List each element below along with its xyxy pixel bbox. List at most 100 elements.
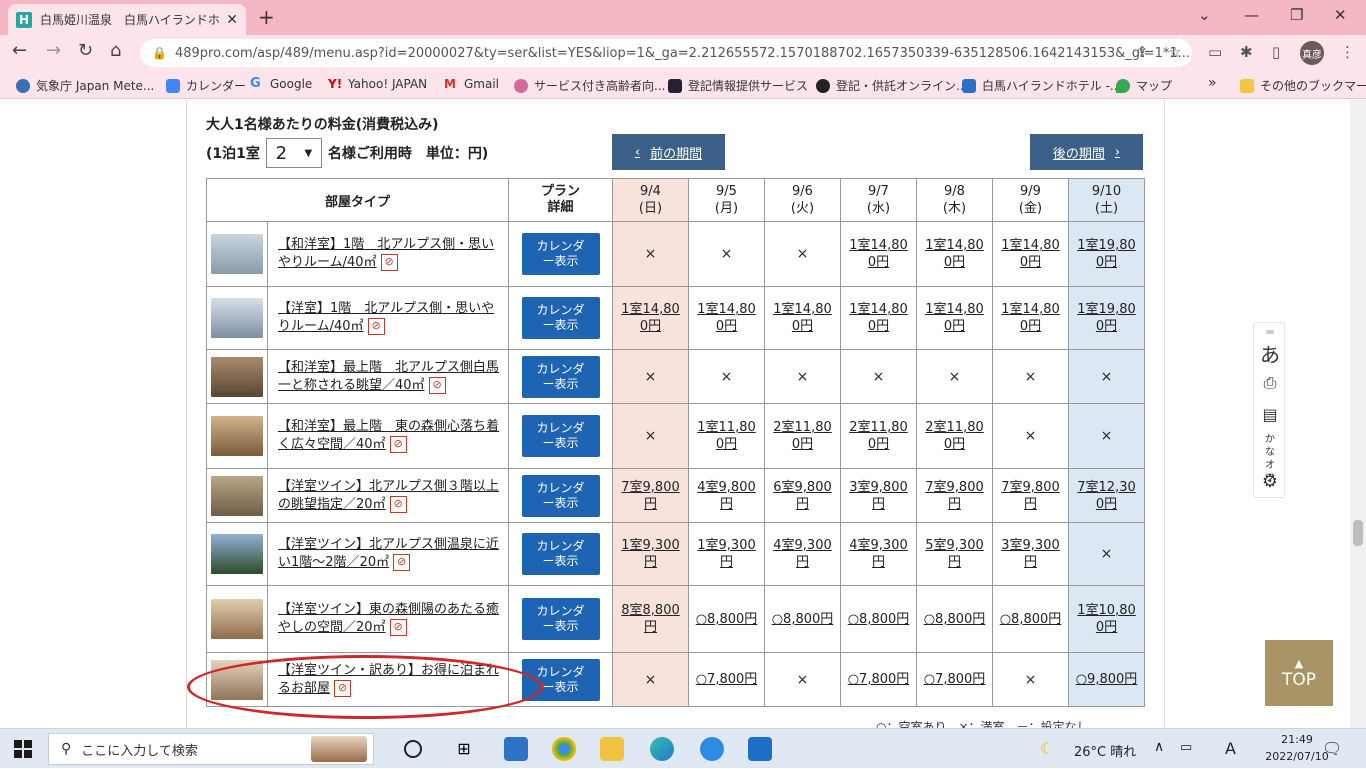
file-explorer-icon[interactable] xyxy=(600,737,624,761)
next-period-button[interactable]: 後の期間 › xyxy=(1030,134,1143,170)
price-link[interactable]: 7室12,300円 xyxy=(1076,479,1138,513)
address-bar[interactable]: 🔒 489pro.com/asp/489/menu.asp?id=2000002… xyxy=(140,39,1192,67)
read-aloud-icon[interactable]: ⎙ xyxy=(1254,373,1286,393)
network-icon[interactable]: ▭ xyxy=(1180,740,1192,755)
close-tab-icon[interactable]: ✕ xyxy=(226,12,238,28)
price-link[interactable]: ○8,800円 xyxy=(696,611,758,628)
tab-search-icon[interactable]: ⌄ xyxy=(1198,6,1211,24)
price-link[interactable]: 5室9,300円 xyxy=(924,537,986,571)
room-name-link[interactable]: 【洋室】1階 北アルプス側・思いやりルーム/40㎡ xyxy=(278,301,494,334)
share-icon[interactable]: ⇪ xyxy=(1136,43,1149,61)
price-link[interactable]: 7室9,800円 xyxy=(924,479,986,513)
price-link[interactable]: 4室9,300円 xyxy=(772,537,834,571)
room-photo[interactable] xyxy=(211,416,263,456)
home-icon[interactable]: ⌂ xyxy=(110,40,121,61)
bookmark-item[interactable]: M Gmail xyxy=(444,77,499,91)
price-link[interactable]: 1室9,300円 xyxy=(696,537,758,571)
task-view-icon[interactable]: ⊞ xyxy=(452,737,476,761)
price-link[interactable]: 2室11,800円 xyxy=(924,419,986,453)
price-link[interactable]: ○7,800円 xyxy=(924,671,986,688)
price-link[interactable]: 1室14,800円 xyxy=(848,301,910,335)
room-name-link[interactable]: 【洋室ツイン】北アルプス側温泉に近い1階～2階／20㎡ xyxy=(278,537,499,570)
price-link[interactable]: 7室9,800円 xyxy=(620,479,682,513)
bookmarks-overflow-icon[interactable]: » xyxy=(1208,75,1217,91)
price-link[interactable]: 7室9,800円 xyxy=(1000,479,1062,513)
room-photo[interactable] xyxy=(211,534,263,574)
close-window-icon[interactable]: ✕ xyxy=(1334,6,1347,24)
calendar-button[interactable]: カレンダー表示 xyxy=(521,233,600,275)
room-photo[interactable] xyxy=(211,356,263,397)
new-tab-icon[interactable]: + xyxy=(258,5,275,29)
guest-count-select[interactable]: 2 ▼ xyxy=(265,138,322,168)
price-link[interactable]: ○7,800円 xyxy=(696,671,758,688)
price-link[interactable]: 1室14,800円 xyxy=(620,301,682,335)
calendar-button[interactable]: カレンダー表示 xyxy=(521,415,600,457)
price-link[interactable]: 8室8,800円 xyxy=(620,602,682,636)
calendar-button[interactable]: カレンダー表示 xyxy=(521,297,600,339)
forward-icon[interactable]: → xyxy=(46,40,61,61)
price-link[interactable]: 1室14,800円 xyxy=(696,301,758,335)
room-photo[interactable] xyxy=(211,298,263,338)
bookmark-item[interactable]: 白馬ハイランドホテル -... xyxy=(962,77,1121,94)
price-link[interactable]: 1室14,800円 xyxy=(924,237,986,271)
settings-gear-icon[interactable]: ⚙ xyxy=(1254,471,1286,492)
extensions-icon[interactable]: ✱ xyxy=(1240,43,1253,61)
other-bookmarks[interactable]: その他のブックマーク xyxy=(1240,77,1366,94)
profile-avatar[interactable]: 真彦 xyxy=(1300,41,1324,65)
price-link[interactable]: ○8,800円 xyxy=(848,611,910,628)
calendar-button[interactable]: カレンダー表示 xyxy=(521,598,600,640)
price-link[interactable]: 3室9,800円 xyxy=(848,479,910,513)
price-link[interactable]: 1室14,800円 xyxy=(1000,301,1062,335)
room-photo[interactable] xyxy=(211,234,263,274)
bookmark-item[interactable]: Y! Yahoo! JAPAN xyxy=(328,77,427,91)
price-link[interactable]: 4室9,800円 xyxy=(696,479,758,513)
price-link[interactable]: 4室9,300円 xyxy=(848,537,910,571)
price-link[interactable]: 1室10,800円 xyxy=(1076,602,1138,636)
sidepanel-icon[interactable]: ▯ xyxy=(1272,43,1280,61)
room-photo[interactable] xyxy=(211,599,263,639)
calendar-button[interactable]: カレンダー表示 xyxy=(521,474,600,517)
calendar-button[interactable]: カレンダー表示 xyxy=(521,355,600,398)
bookmark-item[interactable]: サービス付き高齢者向... xyxy=(514,77,665,94)
room-name-link[interactable]: 【洋室ツイン】東の森側陽のあたる癒やしの空間／20㎡ xyxy=(278,602,499,635)
cast-icon[interactable]: ▭ xyxy=(1208,43,1222,61)
price-link[interactable]: 1室9,300円 xyxy=(620,537,682,571)
price-link[interactable]: 1室19,800円 xyxy=(1076,237,1138,271)
store-icon[interactable] xyxy=(748,737,772,761)
price-link[interactable]: 2室11,800円 xyxy=(772,419,834,453)
taskbar-search[interactable]: ⚲ ここに入力して検索 xyxy=(48,733,374,765)
reload-icon[interactable]: ↻ xyxy=(78,40,93,61)
edge-icon[interactable] xyxy=(650,737,674,761)
restore-icon[interactable]: ❐ xyxy=(1290,6,1303,24)
price-link[interactable]: ○8,800円 xyxy=(1000,611,1062,628)
app-icon[interactable] xyxy=(700,737,724,761)
notification-icon[interactable]: 🗨 xyxy=(1322,739,1342,758)
cortana-icon[interactable] xyxy=(404,740,422,758)
room-name-link[interactable]: 【和洋室】最上階 北アルプス側白馬一と称される眺望／40㎡ xyxy=(278,360,499,393)
price-link[interactable]: ○8,800円 xyxy=(924,611,986,628)
bookmark-item[interactable]: 気象庁 Japan Mete... xyxy=(16,77,154,94)
price-link[interactable]: ○8,800円 xyxy=(772,611,834,628)
price-link[interactable]: 3室9,300円 xyxy=(1000,537,1062,571)
price-link[interactable]: 1室14,800円 xyxy=(772,301,834,335)
prev-period-button[interactable]: ‹ 前の期間 xyxy=(612,134,725,170)
room-photo[interactable] xyxy=(211,475,263,516)
minimize-icon[interactable]: — xyxy=(1244,6,1259,24)
dictionary-icon[interactable]: ▤ xyxy=(1254,405,1286,424)
price-link[interactable]: 6室9,800円 xyxy=(772,479,834,513)
tray-chevron-icon[interactable]: ∧ xyxy=(1154,739,1164,755)
mail-icon[interactable] xyxy=(504,737,528,761)
kana-toggle[interactable]: あ xyxy=(1254,339,1286,368)
back-icon[interactable]: ← xyxy=(12,40,27,61)
ime-indicator[interactable]: A xyxy=(1225,739,1236,758)
weather-text[interactable]: 26°C 晴れ xyxy=(1074,741,1136,760)
price-link[interactable]: ○9,800円 xyxy=(1076,671,1138,688)
price-link[interactable]: 1室11,800円 xyxy=(696,419,758,453)
price-link[interactable]: 1室14,800円 xyxy=(924,301,986,335)
page-scrollbar[interactable] xyxy=(1350,100,1366,728)
price-link[interactable]: ○7,800円 xyxy=(848,671,910,688)
price-link[interactable]: 1室19,800円 xyxy=(1076,301,1138,335)
price-link[interactable]: 1室14,800円 xyxy=(1000,237,1062,271)
drag-handle-icon[interactable]: ═ xyxy=(1254,325,1286,339)
windows-start-icon[interactable] xyxy=(14,740,32,758)
